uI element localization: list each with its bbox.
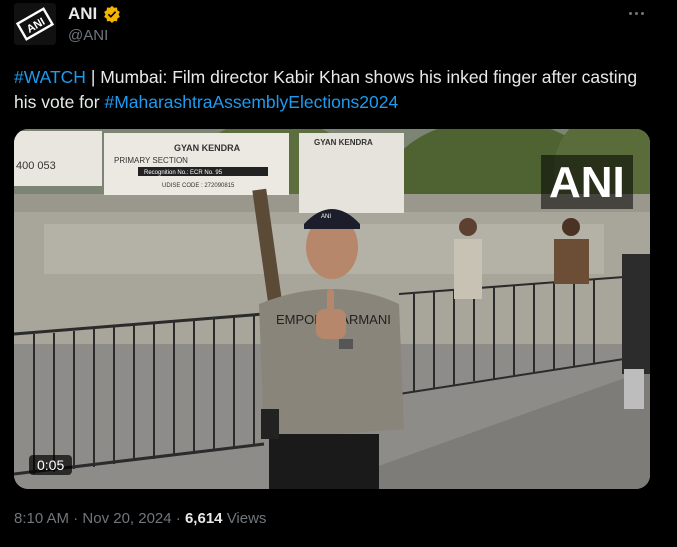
more-options-icon[interactable] [624,6,648,20]
tweet-time[interactable]: 8:10 AM [14,510,69,527]
ani-logo-icon: ANI [14,3,56,45]
tweet-meta: 8:10 AM · Nov 20, 2024 · 6,614 Views [14,510,266,527]
video-duration: 0:05 [29,455,73,475]
meta-separator: · [73,510,79,527]
sign-recognition: Recognition No.: ECR No. 95 [144,170,223,176]
sign-school-name: GYAN KENDRA [174,143,241,153]
author-name[interactable]: ANI [68,4,97,24]
ani-watermark: ANI [541,155,633,209]
sign-school-section: PRIMARY SECTION [114,156,188,165]
tweet: ANI ANI @ANI #WATCH | Mumbai: Film direc… [0,0,677,547]
verified-badge-icon [104,5,120,23]
views-count: 6,614 [184,510,223,527]
author-handle[interactable]: @ANI [68,27,108,44]
hashtag-maharashtra-elections[interactable]: #MaharashtraAssemblyElections2024 [104,92,398,112]
cap-text: ANI [321,214,331,220]
author-avatar[interactable]: ANI [14,3,56,45]
tweet-date[interactable]: Nov 20, 2024 [82,510,171,527]
meta-separator-2: · [175,510,181,527]
hashtag-watch[interactable]: #WATCH [14,67,86,87]
views-label: Views [226,510,267,527]
sign-udise: UDISE CODE : 272090815 [162,183,235,189]
sign-right-title: GYAN KENDRA [314,138,373,147]
sign-number: 400 053 [16,160,56,172]
tweet-text: #WATCH | Mumbai: Film director Kabir Kha… [14,65,654,115]
